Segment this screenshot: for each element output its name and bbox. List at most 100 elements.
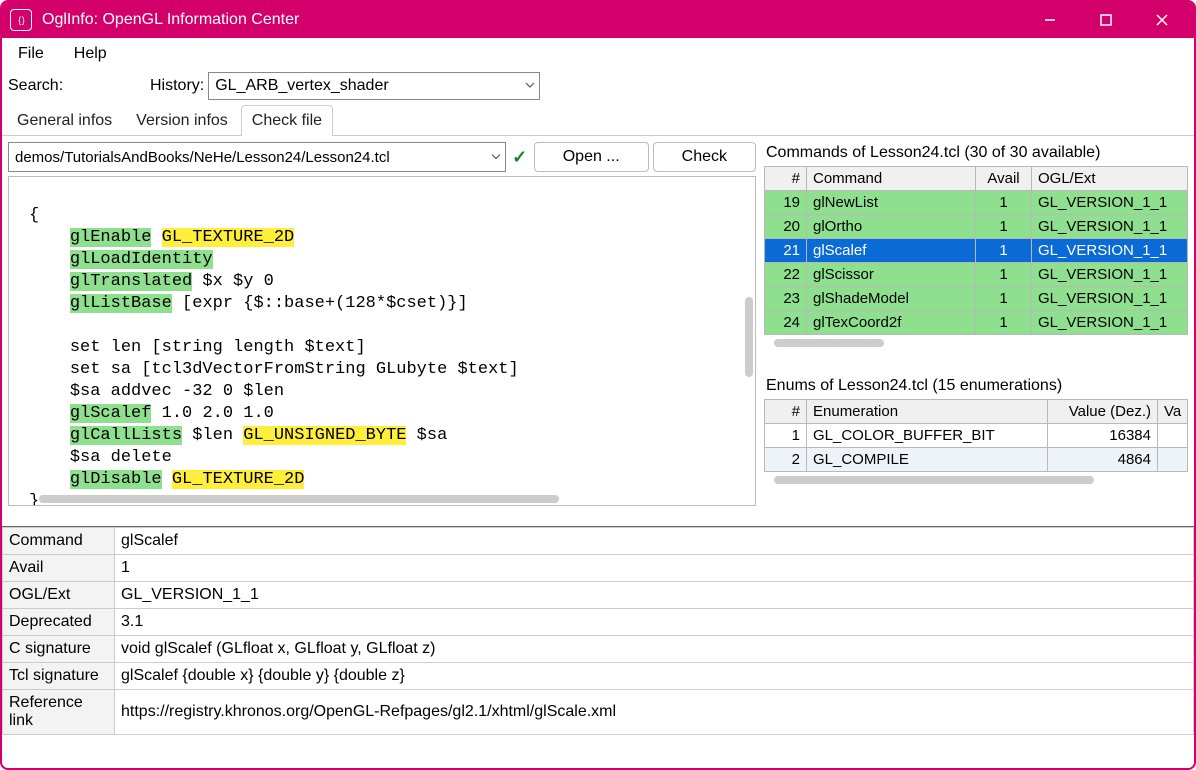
check-icon: ✓ <box>510 147 530 168</box>
code-line: set sa [tcl3dVectorFromString GLubyte $t… <box>70 360 519 379</box>
tab-general[interactable]: General infos <box>6 105 123 136</box>
detail-key-tclsig: Tcl signature <box>3 663 115 690</box>
cell-extra <box>1158 448 1188 472</box>
detail-key-deprecated: Deprecated <box>3 609 115 636</box>
code-cmd: glDisable <box>70 470 162 489</box>
history-value: GL_ARB_vertex_shader <box>215 77 388 95</box>
scrollbar-horizontal[interactable] <box>774 476 1094 484</box>
code-line: set len [string length $text] <box>70 338 366 357</box>
cell-num: 2 <box>765 448 807 472</box>
commands-table[interactable]: # Command Avail OGL/Ext 19glNewList1GL_V… <box>764 166 1188 335</box>
detail-val-ogl: GL_VERSION_1_1 <box>115 582 1194 609</box>
col-enum[interactable]: Enumeration <box>807 400 1048 424</box>
table-row[interactable]: 22glScissor1GL_VERSION_1_1 <box>765 263 1188 287</box>
cell-cmd: glScissor <box>807 263 976 287</box>
code-cmd: glListBase <box>70 294 172 313</box>
detail-val-reflink[interactable]: https://registry.khronos.org/OpenGL-Refp… <box>115 690 1194 735</box>
scrollbar-vertical[interactable] <box>745 297 753 377</box>
table-row[interactable]: 21glScalef1GL_VERSION_1_1 <box>765 239 1188 263</box>
history-label: History: <box>150 77 204 95</box>
titlebar: { } OglInfo: OpenGL Information Center <box>2 2 1194 38</box>
enums-panel: Enums of Lesson24.tcl (15 enumerations) … <box>764 375 1188 472</box>
open-button[interactable]: Open ... <box>534 142 649 172</box>
code-line: $sa delete <box>70 448 172 467</box>
code-line: [expr {$::base+(128*$cset)}] <box>172 294 468 313</box>
table-row[interactable]: 2GL_COMPILE4864 <box>765 448 1188 472</box>
minimize-button[interactable] <box>1022 2 1078 38</box>
cell-avail: 1 <box>976 239 1032 263</box>
menu-file[interactable]: File <box>12 41 50 67</box>
code-line: $len <box>182 426 243 445</box>
cell-ogl: GL_VERSION_1_1 <box>1032 263 1188 287</box>
col-cmd[interactable]: Command <box>807 167 976 191</box>
maximize-button[interactable] <box>1078 2 1134 38</box>
details-panel: Command glScalef Avail 1 OGL/Ext GL_VERS… <box>2 526 1194 735</box>
table-row[interactable]: 19glNewList1GL_VERSION_1_1 <box>765 191 1188 215</box>
chevron-down-icon <box>525 77 535 95</box>
code-viewer[interactable]: { glEnable GL_TEXTURE_2D glLoadIdentity … <box>8 176 756 506</box>
cell-enum: GL_COMPILE <box>807 448 1048 472</box>
cell-avail: 1 <box>976 263 1032 287</box>
enums-title: Enums of Lesson24.tcl (15 enumerations) <box>764 375 1188 399</box>
detail-key-csig: C signature <box>3 636 115 663</box>
table-row[interactable]: 23glShadeModel1GL_VERSION_1_1 <box>765 287 1188 311</box>
code-enum: GL_TEXTURE_2D <box>162 228 295 247</box>
check-button[interactable]: Check <box>653 142 756 172</box>
col-ogl[interactable]: OGL/Ext <box>1032 167 1188 191</box>
history-combo[interactable]: GL_ARB_vertex_shader <box>208 72 540 100</box>
content-area: demos/TutorialsAndBooks/NeHe/Lesson24/Le… <box>2 136 1194 768</box>
window-title: OglInfo: OpenGL Information Center <box>42 11 1022 29</box>
cell-ogl: GL_VERSION_1_1 <box>1032 287 1188 311</box>
scrollbar-horizontal[interactable] <box>774 339 884 347</box>
cell-extra <box>1158 424 1188 448</box>
close-button[interactable] <box>1134 2 1190 38</box>
code-cmd: glScalef <box>70 404 152 423</box>
app-window: { } OglInfo: OpenGL Information Center F… <box>0 0 1196 770</box>
detail-val-deprecated: 3.1 <box>115 609 1194 636</box>
cell-ogl: GL_VERSION_1_1 <box>1032 239 1188 263</box>
code-line: $x $y 0 <box>192 272 274 291</box>
code-line: $sa addvec -32 0 $len <box>70 382 284 401</box>
detail-key-command: Command <box>3 528 115 555</box>
cell-num: 23 <box>765 287 807 311</box>
cell-cmd: glTexCoord2f <box>807 311 976 335</box>
col-num[interactable]: # <box>765 400 807 424</box>
cell-val: 4864 <box>1048 448 1158 472</box>
table-row[interactable]: 1GL_COLOR_BUFFER_BIT16384 <box>765 424 1188 448</box>
code-line: } <box>29 492 39 506</box>
cell-ogl: GL_VERSION_1_1 <box>1032 311 1188 335</box>
code-enum: GL_UNSIGNED_BYTE <box>243 426 406 445</box>
tab-check-file[interactable]: Check file <box>241 105 333 136</box>
detail-key-ogl: OGL/Ext <box>3 582 115 609</box>
col-extra[interactable]: Va <box>1158 400 1188 424</box>
scrollbar-horizontal[interactable] <box>39 495 559 503</box>
table-row[interactable]: 20glOrtho1GL_VERSION_1_1 <box>765 215 1188 239</box>
cell-ogl: GL_VERSION_1_1 <box>1032 191 1188 215</box>
commands-panel: Commands of Lesson24.tcl (30 of 30 avail… <box>764 142 1188 335</box>
tab-version[interactable]: Version infos <box>125 105 239 136</box>
col-val[interactable]: Value (Dez.) <box>1048 400 1158 424</box>
detail-val-csig: void glScalef (GLfloat x, GLfloat y, GLf… <box>115 636 1194 663</box>
enums-table[interactable]: # Enumeration Value (Dez.) Va 1GL_COLOR_… <box>764 399 1188 472</box>
code-line: { <box>29 206 39 225</box>
left-column: demos/TutorialsAndBooks/NeHe/Lesson24/Le… <box>8 142 756 506</box>
file-path-value: demos/TutorialsAndBooks/NeHe/Lesson24/Le… <box>15 149 390 166</box>
cell-num: 1 <box>765 424 807 448</box>
col-avail[interactable]: Avail <box>976 167 1032 191</box>
menu-help[interactable]: Help <box>68 41 113 67</box>
table-row[interactable]: 24glTexCoord2f1GL_VERSION_1_1 <box>765 311 1188 335</box>
spacer <box>8 506 1188 520</box>
file-path-combo[interactable]: demos/TutorialsAndBooks/NeHe/Lesson24/Le… <box>8 142 506 172</box>
code-enum: GL_TEXTURE_2D <box>172 470 305 489</box>
cell-cmd: glScalef <box>807 239 976 263</box>
code-line: $sa <box>406 426 447 445</box>
tab-bar: General infos Version infos Check file <box>2 104 1194 136</box>
search-row: Search: History: GL_ARB_vertex_shader <box>2 70 1194 104</box>
col-num[interactable]: # <box>765 167 807 191</box>
cell-num: 24 <box>765 311 807 335</box>
menubar: File Help <box>2 38 1194 70</box>
cell-avail: 1 <box>976 311 1032 335</box>
cell-num: 20 <box>765 215 807 239</box>
search-label: Search: <box>8 77 70 95</box>
cell-num: 19 <box>765 191 807 215</box>
